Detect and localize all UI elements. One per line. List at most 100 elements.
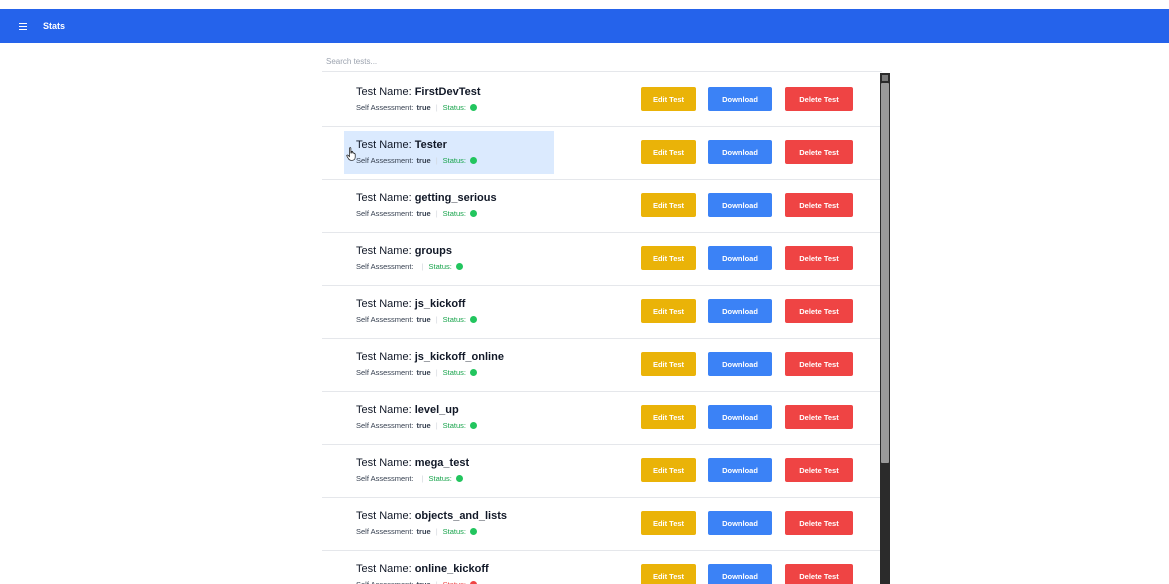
meta-separator: | xyxy=(435,527,438,536)
meta-separator: | xyxy=(421,474,424,483)
test-name-prefix: Test Name: xyxy=(356,457,415,469)
status-label: Status: xyxy=(442,315,467,324)
test-name-prefix: Test Name: xyxy=(356,404,415,416)
self-assessment-label: Self Assessment: xyxy=(356,580,414,584)
edit-test-button[interactable]: Edit Test xyxy=(641,564,696,584)
test-info: Test Name: mega_test Self Assessment: | … xyxy=(344,449,554,492)
test-row: Test Name: js_kickoff Self Assessment: t… xyxy=(322,286,880,339)
edit-test-button[interactable]: Edit Test xyxy=(641,352,696,376)
test-info: Test Name: FirstDevTest Self Assessment:… xyxy=(344,78,554,121)
download-button[interactable]: Download xyxy=(708,564,772,584)
download-button[interactable]: Download xyxy=(708,140,772,164)
test-name-value: mega_test xyxy=(414,457,470,469)
self-assessment-label: Self Assessment: xyxy=(356,474,414,483)
test-meta: Self Assessment: true | Status: xyxy=(356,156,478,165)
status-label: Status: xyxy=(442,103,467,112)
delete-test-button[interactable]: Delete Test xyxy=(785,299,853,323)
test-name: Test Name: Tester xyxy=(356,139,447,151)
edit-test-button[interactable]: Edit Test xyxy=(641,140,696,164)
test-meta: Self Assessment: true | Status: xyxy=(356,368,478,377)
delete-test-button[interactable]: Delete Test xyxy=(785,564,853,584)
download-button[interactable]: Download xyxy=(708,405,772,429)
self-assessment-label: Self Assessment: xyxy=(356,527,414,536)
test-name-value: getting_serious xyxy=(414,192,497,204)
status-dot-icon xyxy=(470,316,478,323)
edit-test-button[interactable]: Edit Test xyxy=(641,87,696,111)
self-assessment-value: true xyxy=(416,527,431,536)
edit-test-button[interactable]: Edit Test xyxy=(641,193,696,217)
test-info: Test Name: js_kickoff Self Assessment: t… xyxy=(344,290,554,333)
scroll-thumb[interactable] xyxy=(881,83,889,463)
test-row: Test Name: objects_and_lists Self Assess… xyxy=(322,498,880,551)
test-info: Test Name: online_kickoff Self Assessmen… xyxy=(344,555,554,584)
status-label: Status: xyxy=(442,527,467,536)
edit-test-button[interactable]: Edit Test xyxy=(641,458,696,482)
meta-separator: | xyxy=(435,421,438,430)
test-row: Test Name: FirstDevTest Self Assessment:… xyxy=(322,74,880,127)
self-assessment-label: Self Assessment: xyxy=(356,262,414,271)
test-name-prefix: Test Name: xyxy=(356,563,415,575)
hamburger-menu-icon[interactable] xyxy=(19,22,27,30)
status-dot-icon xyxy=(470,104,478,111)
delete-test-button[interactable]: Delete Test xyxy=(785,87,853,111)
meta-separator: | xyxy=(436,580,438,584)
self-assessment-value: true xyxy=(416,368,431,377)
self-assessment-value: true xyxy=(416,156,431,165)
test-row: Test Name: Tester Self Assessment: true … xyxy=(322,127,880,180)
status-label: Status: xyxy=(428,474,452,483)
test-row: Test Name: mega_test Self Assessment: | … xyxy=(322,445,880,498)
download-button[interactable]: Download xyxy=(708,87,772,111)
meta-separator: | xyxy=(435,315,438,324)
self-assessment-value: true xyxy=(416,315,431,324)
list-scrollbar[interactable] xyxy=(880,73,890,584)
download-button[interactable]: Download xyxy=(708,299,772,323)
hand-cursor-icon xyxy=(346,147,356,161)
edit-test-button[interactable]: Edit Test xyxy=(641,299,696,323)
download-button[interactable]: Download xyxy=(708,193,772,217)
test-name-value: js_kickoff xyxy=(414,298,466,310)
delete-test-button[interactable]: Delete Test xyxy=(785,193,853,217)
download-button[interactable]: Download xyxy=(708,511,772,535)
test-name-prefix: Test Name: xyxy=(356,510,415,522)
meta-separator: | xyxy=(435,368,438,377)
scroll-up-arrow-icon[interactable] xyxy=(882,75,888,81)
status-dot-icon xyxy=(470,157,478,164)
test-name: Test Name: level_up xyxy=(356,404,459,416)
test-meta: Self Assessment: | Status: xyxy=(356,262,463,271)
self-assessment-label: Self Assessment: xyxy=(356,209,414,218)
test-name-prefix: Test Name: xyxy=(356,245,415,257)
self-assessment-value: true xyxy=(417,580,431,584)
test-meta: Self Assessment: | Status: xyxy=(356,474,463,483)
top-app-bar: Stats xyxy=(0,9,1169,43)
test-name: Test Name: online_kickoff xyxy=(356,563,489,575)
test-name-prefix: Test Name: xyxy=(356,192,415,204)
delete-test-button[interactable]: Delete Test xyxy=(785,352,853,376)
test-name-value: online_kickoff xyxy=(414,563,489,575)
delete-test-button[interactable]: Delete Test xyxy=(785,458,853,482)
test-info: Test Name: Tester Self Assessment: true … xyxy=(344,131,554,174)
test-info: Test Name: objects_and_lists Self Assess… xyxy=(344,502,554,545)
test-meta: Self Assessment: true | Status: xyxy=(356,315,478,324)
status-dot-icon xyxy=(470,210,478,217)
delete-test-button[interactable]: Delete Test xyxy=(785,246,853,270)
test-info: Test Name: groups Self Assessment: | Sta… xyxy=(344,237,554,280)
test-name-value: FirstDevTest xyxy=(414,86,481,98)
download-button[interactable]: Download xyxy=(708,352,772,376)
meta-separator: | xyxy=(435,209,438,218)
test-name-prefix: Test Name: xyxy=(356,298,415,310)
edit-test-button[interactable]: Edit Test xyxy=(641,246,696,270)
download-button[interactable]: Download xyxy=(708,246,772,270)
delete-test-button[interactable]: Delete Test xyxy=(785,405,853,429)
test-name-prefix: Test Name: xyxy=(356,139,415,151)
delete-test-button[interactable]: Delete Test xyxy=(785,511,853,535)
test-row: Test Name: groups Self Assessment: | Sta… xyxy=(322,233,880,286)
status-label: Status: xyxy=(442,368,467,377)
edit-test-button[interactable]: Edit Test xyxy=(641,405,696,429)
edit-test-button[interactable]: Edit Test xyxy=(641,511,696,535)
delete-test-button[interactable]: Delete Test xyxy=(785,140,853,164)
test-name: Test Name: js_kickoff xyxy=(356,298,465,310)
status-dot-icon xyxy=(470,369,478,376)
test-name-value: groups xyxy=(414,245,452,257)
search-input[interactable] xyxy=(322,52,882,72)
download-button[interactable]: Download xyxy=(708,458,772,482)
